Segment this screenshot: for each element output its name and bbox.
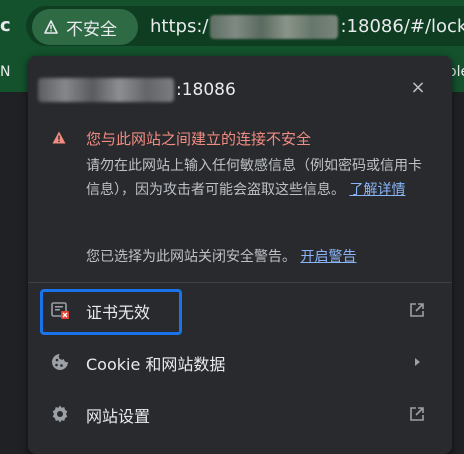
menu-item-label: Cookie 和网站数据 [86, 355, 226, 374]
menu-item-label: 证书无效 [86, 303, 151, 322]
gear-icon [52, 405, 68, 423]
certificate-icon [51, 302, 69, 319]
warning-title: 您与此网站之间建立的连接不安全 [86, 130, 312, 148]
host-port: :18086 [176, 80, 236, 100]
external-link-icon [410, 303, 424, 317]
menu-item-cookies[interactable]: Cookie 和网站数据 [28, 338, 452, 386]
warning-description: 请勿在此网站上输入任何敏感信息（例如密码或信用卡信息），因为攻击者可能会盗取这些… [86, 154, 430, 202]
menu-item-certificate[interactable]: 证书无效 [28, 286, 452, 335]
warning-icon [44, 20, 58, 34]
url-prefix: https:/ [150, 16, 209, 37]
learn-more-link[interactable]: 了解详情 [349, 182, 405, 198]
enable-warning-link[interactable]: 开启警告 [300, 249, 356, 265]
reload-button[interactable]: c [0, 14, 14, 38]
chevron-right-icon [415, 358, 420, 366]
redacted-host [38, 78, 174, 102]
browser-toolbar: c 不安全 https:/ :18086/#/lock [0, 0, 464, 56]
redacted-host [210, 15, 339, 39]
close-button[interactable]: × [408, 76, 428, 100]
security-chip[interactable]: 不安全 [32, 9, 138, 45]
site-info-popup: :18086 × 您与此网站之间建立的连接不安全 请勿在此网站上输入任何敏感信息… [28, 56, 452, 454]
popup-header: :18086 [38, 78, 236, 102]
security-choice: 您已选择为此网站关闭安全警告。 开启警告 [86, 246, 436, 266]
cookie-icon [52, 354, 68, 370]
warning-icon [52, 131, 66, 144]
choice-text: 您已选择为此网站关闭安全警告。 [86, 249, 296, 265]
external-link-icon [410, 407, 424, 421]
menu-item-site-settings[interactable]: 网站设置 [28, 390, 452, 438]
url-text[interactable]: https:/ :18086/#/lock [150, 14, 464, 40]
security-chip-label: 不安全 [66, 19, 117, 40]
bookmark-item[interactable]: N [0, 64, 10, 80]
divider [28, 282, 452, 283]
url-suffix: :18086/#/lock [340, 16, 464, 37]
menu-item-label: 网站设置 [86, 407, 151, 426]
